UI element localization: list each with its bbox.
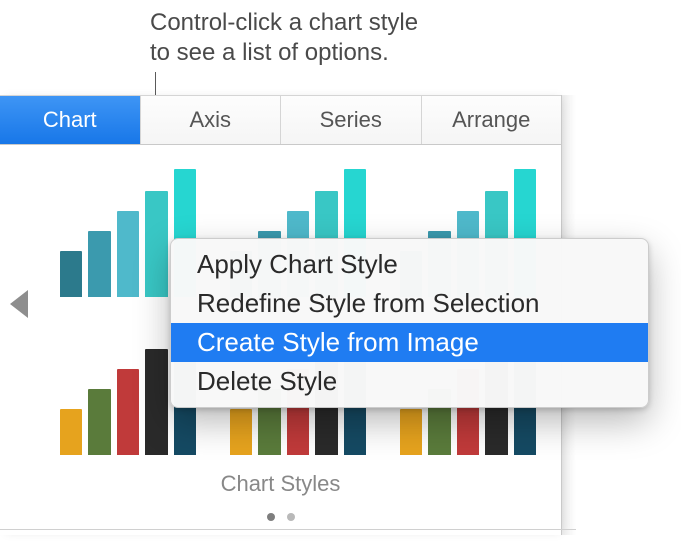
- callout-text: Control-click a chart styleto see a list…: [150, 8, 418, 68]
- tab-series[interactable]: Series: [281, 96, 422, 144]
- thumbnail-bar: [88, 231, 110, 297]
- page-dot[interactable]: [267, 513, 275, 521]
- tab-label: Chart: [43, 107, 97, 133]
- menu-item[interactable]: Apply Chart Style: [171, 245, 648, 284]
- thumbnail-bar: [117, 211, 139, 297]
- tab-label: Arrange: [452, 107, 530, 133]
- thumbnail-bar: [117, 369, 139, 455]
- inspector-tabs: Chart Axis Series Arrange: [0, 95, 561, 145]
- tab-axis[interactable]: Axis: [141, 96, 282, 144]
- thumbnail-bar: [145, 191, 167, 297]
- tab-label: Axis: [189, 107, 231, 133]
- tab-label: Series: [320, 107, 382, 133]
- context-menu: Apply Chart StyleRedefine Style from Sel…: [170, 238, 649, 408]
- thumbnail-bar: [230, 409, 252, 455]
- menu-item[interactable]: Redefine Style from Selection: [171, 284, 648, 323]
- section-label: Chart Styles: [0, 471, 561, 497]
- thumbnail-bar: [145, 349, 167, 455]
- thumbnail-bar: [60, 251, 82, 297]
- tab-chart[interactable]: Chart: [0, 96, 141, 144]
- menu-item[interactable]: Create Style from Image: [171, 323, 648, 362]
- page-dots: [0, 513, 561, 521]
- thumbnail-bar: [88, 389, 110, 455]
- menu-item[interactable]: Delete Style: [171, 362, 648, 401]
- bottom-separator: [0, 529, 576, 530]
- thumbnail-bar: [400, 409, 422, 455]
- tab-arrange[interactable]: Arrange: [422, 96, 562, 144]
- prev-styles-chevron-icon[interactable]: [10, 290, 28, 318]
- page-dot[interactable]: [287, 513, 295, 521]
- thumbnail-bar: [60, 409, 82, 455]
